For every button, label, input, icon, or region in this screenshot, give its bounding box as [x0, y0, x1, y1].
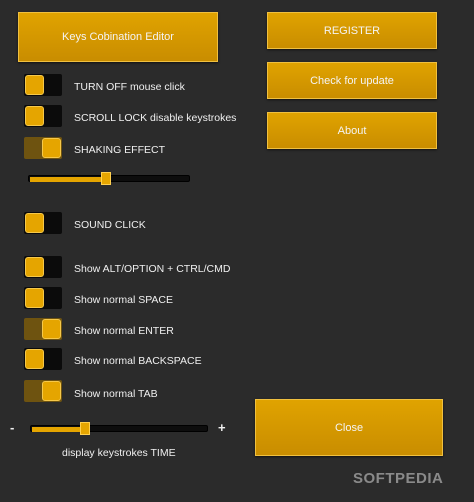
- label-shaking-effect: SHAKING EFFECT: [74, 144, 166, 156]
- toggle-show-alt-ctrl[interactable]: [24, 256, 62, 278]
- toggle-show-enter[interactable]: [24, 318, 62, 340]
- label-show-alt-ctrl: Show ALT/OPTION + CTRL/CMD: [74, 263, 231, 275]
- label-show-tab: Show normal TAB: [74, 388, 158, 400]
- shake-slider-thumb[interactable]: [101, 172, 111, 185]
- close-button[interactable]: Close: [255, 399, 443, 456]
- register-button[interactable]: REGISTER: [267, 12, 437, 49]
- toggle-knob: [25, 106, 44, 126]
- label-show-enter: Show normal ENTER: [74, 325, 174, 337]
- label-turn-off-mouse-click: TURN OFF mouse click: [74, 81, 185, 93]
- toggle-show-space[interactable]: [24, 287, 62, 309]
- increase-time-button[interactable]: +: [218, 420, 226, 435]
- label-scroll-lock: SCROLL LOCK disable keystrokes: [74, 112, 237, 124]
- label-show-backspace: Show normal BACKSPACE: [74, 355, 202, 367]
- toggle-show-backspace[interactable]: [24, 348, 62, 370]
- toggle-turn-off-mouse-click[interactable]: [24, 74, 62, 96]
- toggle-knob: [42, 381, 61, 401]
- check-for-update-button[interactable]: Check for update: [267, 62, 437, 99]
- slider-fill: [32, 427, 82, 432]
- softpedia-watermark: SOFTPEDIA: [353, 470, 444, 487]
- toggle-knob: [25, 288, 44, 308]
- toggle-knob: [25, 213, 44, 233]
- time-slider-thumb[interactable]: [80, 422, 90, 435]
- toggle-knob: [25, 349, 44, 369]
- slider-fill: [30, 177, 103, 182]
- toggle-scroll-lock[interactable]: [24, 105, 62, 127]
- decrease-time-button[interactable]: -: [10, 420, 14, 435]
- toggle-knob: [25, 257, 44, 277]
- display-time-label: display keystrokes TIME: [62, 447, 176, 459]
- toggle-shaking-effect[interactable]: [24, 137, 62, 159]
- toggle-knob: [42, 138, 61, 158]
- display-time-slider[interactable]: [30, 425, 208, 432]
- about-button[interactable]: About: [267, 112, 437, 149]
- toggle-sound-click[interactable]: [24, 212, 62, 234]
- toggle-knob: [25, 75, 44, 95]
- toggle-show-tab[interactable]: [24, 380, 62, 402]
- keys-combination-editor-button[interactable]: Keys Cobination Editor: [18, 12, 218, 62]
- label-show-space: Show normal SPACE: [74, 294, 174, 306]
- label-sound-click: SOUND CLICK: [74, 219, 146, 231]
- toggle-knob: [42, 319, 61, 339]
